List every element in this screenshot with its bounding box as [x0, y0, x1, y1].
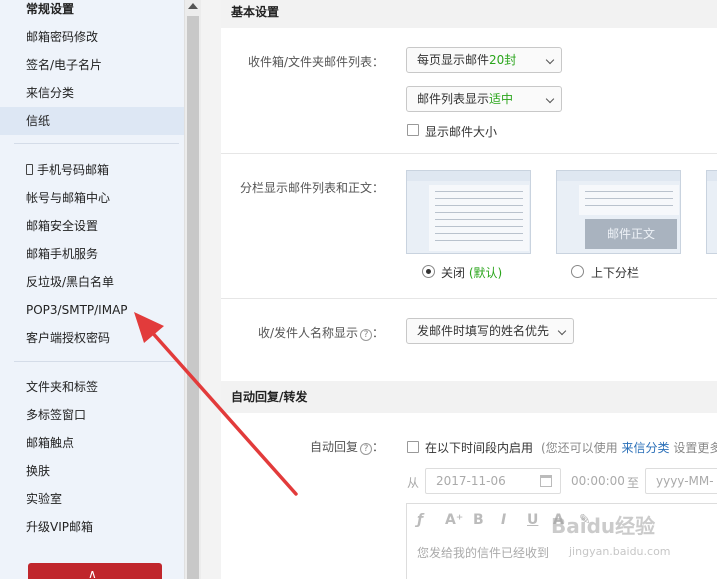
sidebar-item-phone-mailbox[interactable]: 手机号码邮箱 — [0, 156, 184, 184]
layout-thumb-off[interactable] — [406, 170, 531, 254]
font-size-icon[interactable]: A⁺ — [445, 512, 463, 528]
list-density-value: 适中 — [489, 92, 514, 106]
sidebar-item-security[interactable]: 邮箱安全设置 — [0, 212, 184, 240]
promo-arrow-icon: ∧ — [88, 567, 97, 579]
baidu-watermark: Baidu经验 — [551, 514, 656, 538]
auto-reply-body-text: 您发给我的信件已经收到 — [417, 546, 550, 560]
per-page-select[interactable]: 每页显示邮件20封 — [406, 47, 562, 73]
thumb-mail-body: 邮件正文 — [585, 219, 677, 249]
italic-icon[interactable]: I — [501, 512, 506, 528]
chevron-down-icon — [545, 94, 555, 104]
settings-sidebar: 常规设置 邮箱密码修改 签名/电子名片 来信分类 信纸 手机号码邮箱 帐号与邮箱… — [0, 0, 184, 579]
settings-main: 基本设置 收件箱/文件夹邮件列表： 每页显示邮件20封 邮件列表显示适中 显示邮… — [221, 0, 717, 579]
sidebar-item-stationery[interactable]: 信纸 — [0, 107, 184, 135]
row-divider — [221, 298, 717, 299]
start-time[interactable]: 00:00:00 — [571, 474, 625, 488]
sidebar-item-account-center[interactable]: 帐号与邮箱中心 — [0, 184, 184, 212]
vip-promo-banner[interactable]: ∧ — [28, 563, 162, 579]
underline-icon[interactable]: U — [527, 512, 538, 528]
hint-prefix: (您还可以使用 — [541, 441, 618, 455]
scroll-up-arrow-icon[interactable] — [188, 3, 198, 9]
auto-reply-hint: (您还可以使用 来信分类 设置更多 — [541, 439, 717, 456]
sidebar-item-upgrade-vip[interactable]: 升级VIP邮箱 — [0, 513, 184, 541]
sidebar-item-signature[interactable]: 签名/电子名片 — [0, 51, 184, 79]
end-date-input[interactable]: yyyy-MM- — [645, 468, 717, 494]
baidu-watermark-url: jingyan.baidu.com — [569, 545, 671, 558]
hint-suffix: 设置更多 — [673, 441, 717, 455]
auto-reply-checkbox[interactable] — [407, 441, 419, 453]
list-density-select[interactable]: 邮件列表显示适中 — [406, 86, 562, 112]
layout-thumb-updown[interactable]: 邮件正文 — [556, 170, 681, 254]
from-label: 从 — [407, 476, 420, 490]
sidebar-item-skin[interactable]: 换肤 — [0, 457, 184, 485]
mail-rules-link[interactable]: 来信分类 — [622, 441, 670, 455]
sidebar-divider — [14, 361, 179, 362]
sidebar-item-folders-labels[interactable]: 文件夹和标签 — [0, 373, 184, 401]
scrollbar-thumb[interactable] — [187, 16, 199, 579]
sidebar-item-general[interactable]: 常规设置 — [0, 0, 184, 23]
sidebar-item-label: 手机号码邮箱 — [37, 163, 110, 177]
sidebar-item-mail-touch[interactable]: 邮箱触点 — [0, 429, 184, 457]
sidebar-item-password[interactable]: 邮箱密码修改 — [0, 23, 184, 51]
sidebar-item-client-auth-code[interactable]: 客户端授权密码 — [0, 324, 184, 352]
sidebar-divider — [14, 143, 179, 144]
to-label: 至 — [627, 476, 640, 490]
chevron-down-icon — [557, 326, 567, 336]
split-off-text: 关闭 — [441, 266, 466, 280]
section-title-basic: 基本设置 — [221, 0, 717, 28]
end-date-placeholder: yyyy-MM- — [656, 474, 714, 488]
split-off-default: (默认) — [468, 266, 503, 280]
sidebar-item-lab[interactable]: 实验室 — [0, 485, 184, 513]
chevron-down-icon — [545, 55, 555, 65]
split-off-label: 关闭 (默认) — [441, 264, 502, 281]
help-icon[interactable]: ? — [359, 443, 372, 455]
show-size-label: 显示邮件大小 — [425, 125, 498, 139]
split-setting-label: 分栏显示邮件列表和正文： — [239, 181, 384, 195]
phone-icon — [26, 164, 33, 175]
per-page-value: 20封 — [489, 53, 517, 67]
split-updown-label: 上下分栏 — [591, 266, 640, 280]
row-divider — [221, 153, 717, 154]
layout-thumb-leftright[interactable] — [706, 170, 717, 254]
show-size-checkbox[interactable] — [407, 124, 419, 136]
list-density-prefix: 邮件列表显示 — [417, 92, 490, 106]
auto-reply-text: 自动回复 — [309, 440, 358, 454]
auto-reply-checkbox-label: 在以下时间段内启用 — [425, 441, 534, 455]
sidebar-scrollbar[interactable] — [184, 0, 201, 579]
sender-display-label: 收/发件人名称显示?： — [258, 324, 384, 341]
label-colon: ： — [371, 326, 384, 340]
sender-display-value: 发邮件时填写的姓名优先 — [417, 324, 550, 338]
sender-display-select[interactable]: 发邮件时填写的姓名优先 — [406, 318, 574, 344]
split-off-radio[interactable] — [422, 265, 435, 278]
font-icon[interactable]: ƒ — [417, 512, 423, 528]
list-setting-label: 收件箱/文件夹邮件列表： — [247, 55, 384, 69]
help-icon[interactable]: ? — [359, 329, 372, 341]
label-colon: ： — [371, 440, 384, 454]
per-page-prefix: 每页显示邮件 — [417, 53, 490, 67]
bold-icon[interactable]: B — [473, 512, 484, 528]
sender-display-text: 收/发件人名称显示 — [257, 326, 358, 340]
start-date-input[interactable]: 2017-11-06 — [425, 468, 561, 494]
start-date-value: 2017-11-06 — [436, 474, 506, 488]
section-title-auto-reply: 自动回复/转发 — [221, 381, 717, 413]
calendar-icon[interactable] — [540, 475, 552, 487]
sidebar-item-pop3-smtp-imap[interactable]: POP3/SMTP/IMAP — [0, 296, 184, 324]
sidebar-item-mail-rules[interactable]: 来信分类 — [0, 79, 184, 107]
content-gutter — [201, 0, 221, 579]
sidebar-item-multi-tab[interactable]: 多标签窗口 — [0, 401, 184, 429]
sidebar-item-antispam[interactable]: 反垃圾/黑白名单 — [0, 268, 184, 296]
sidebar-item-mobile-service[interactable]: 邮箱手机服务 — [0, 240, 184, 268]
auto-reply-label: 自动回复?： — [310, 438, 384, 455]
split-updown-radio[interactable] — [571, 265, 584, 278]
